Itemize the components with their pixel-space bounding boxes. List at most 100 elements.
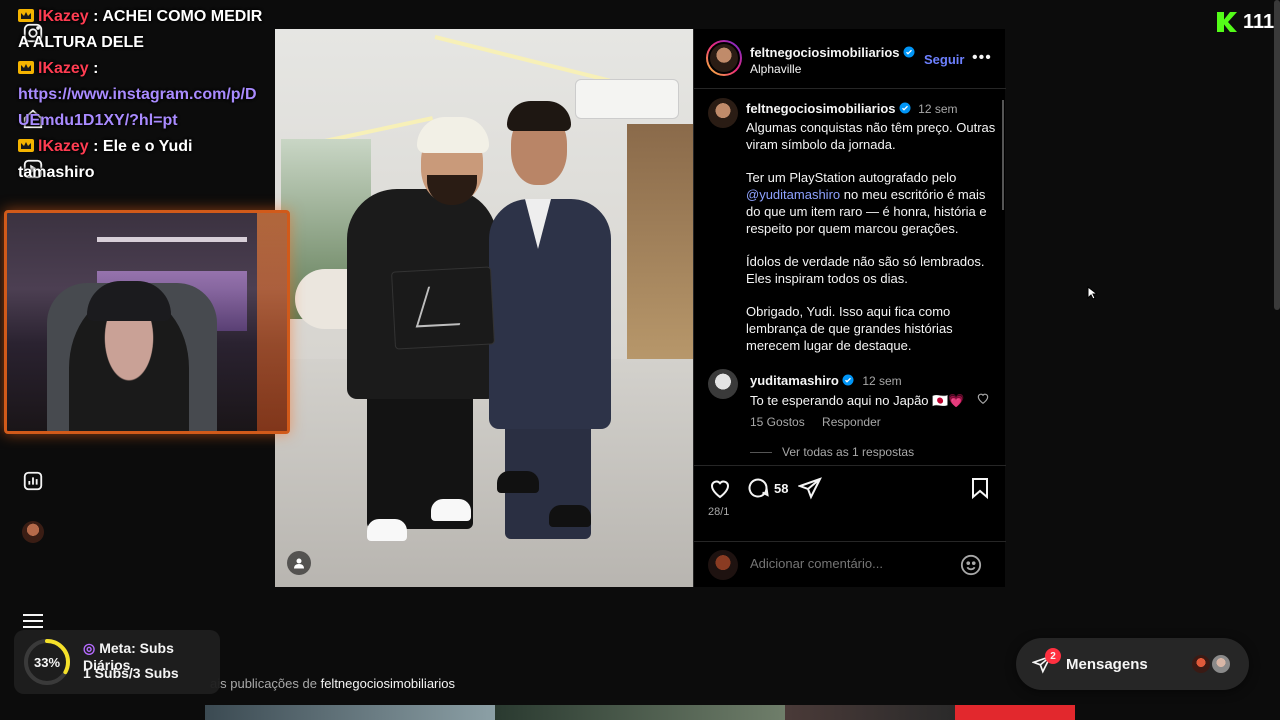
shelf bbox=[627, 124, 693, 364]
profile-avatar-nav[interactable] bbox=[22, 521, 44, 543]
comment-meta: 15 Gostos Responder bbox=[750, 415, 881, 429]
page-scrollbar[interactable] bbox=[1274, 0, 1280, 310]
goal-percent: 33% bbox=[33, 654, 61, 670]
replies-line bbox=[750, 452, 772, 454]
instagram-post-modal: feltnegociosimobiliarios Alphaville Segu… bbox=[275, 29, 1006, 587]
post-caption: feltnegociosimobiliarios 12 sem Algumas … bbox=[746, 100, 996, 370]
post-thumbnail[interactable] bbox=[205, 705, 495, 720]
chat-username[interactable]: lKazey bbox=[38, 8, 89, 25]
dress-shoe bbox=[549, 505, 591, 527]
messages-label: Mensagens bbox=[1066, 656, 1148, 673]
comment-icon[interactable] bbox=[746, 476, 770, 500]
chat-separator: : bbox=[88, 8, 103, 25]
sneaker bbox=[431, 499, 471, 521]
comment-text: To te esperando aqui no Japão 🇯🇵💗 bbox=[750, 393, 965, 408]
post-date[interactable]: 28/1 bbox=[708, 506, 729, 518]
more-posts-heading: ais publicações de feltnegociosimobiliar… bbox=[210, 676, 455, 691]
dress-shoe bbox=[497, 471, 539, 493]
caption-author-avatar[interactable] bbox=[708, 98, 738, 128]
caption-paragraph: Ter um PlayStation autografado pelo @yud… bbox=[746, 169, 996, 237]
person-2-hair bbox=[507, 101, 571, 131]
mention-link[interactable]: @yuditamashiro bbox=[746, 187, 840, 202]
chat-message: lKazey : https://www.instagram.com/p/DUE… bbox=[18, 56, 268, 134]
post-actions: 58 28/1 bbox=[694, 465, 1006, 541]
autograph bbox=[415, 284, 473, 328]
streamer-webcam bbox=[4, 210, 290, 434]
messages-button[interactable]: 2 Mensagens bbox=[1016, 638, 1249, 690]
more-posts-author[interactable]: feltnegociosimobiliarios bbox=[321, 676, 455, 691]
view-replies-toggle[interactable]: Ver todas as 1 respostas bbox=[750, 445, 914, 459]
verified-badge-icon bbox=[899, 102, 911, 114]
sneaker bbox=[367, 519, 407, 541]
chat-separator: : bbox=[88, 60, 99, 77]
mouse-cursor-icon bbox=[1087, 286, 1097, 300]
crown-badge-icon bbox=[18, 61, 34, 74]
kick-logo-icon bbox=[1217, 12, 1237, 32]
chat-username[interactable]: lKazey bbox=[38, 60, 89, 77]
air-conditioner bbox=[575, 79, 679, 119]
add-comment-bar bbox=[694, 541, 1006, 587]
caption-time: 12 sem bbox=[918, 102, 958, 116]
follow-button[interactable]: Seguir bbox=[924, 52, 964, 67]
stream-chat: lKazey : ACHEI COMO MEDIR A ALTURA DELE … bbox=[18, 4, 268, 186]
insights-icon[interactable] bbox=[22, 470, 44, 492]
viewer-avatar bbox=[708, 550, 738, 580]
goal-dot-icon: ◎ bbox=[83, 640, 96, 656]
caption-text: Ter um PlayStation autografado pelo bbox=[746, 170, 957, 185]
post-location[interactable]: Alphaville bbox=[750, 62, 915, 76]
author-info: feltnegociosimobiliarios Alphaville bbox=[750, 44, 915, 76]
comment-count: 58 bbox=[774, 481, 789, 496]
caption-paragraph: Obrigado, Yudi. Isso aqui fica como lemb… bbox=[746, 304, 953, 353]
chat-username[interactable]: lKazey bbox=[38, 138, 89, 155]
author-avatar[interactable] bbox=[706, 40, 742, 76]
like-comment-heart-icon[interactable] bbox=[976, 391, 990, 405]
person-1-hair bbox=[417, 117, 489, 153]
like-heart-icon[interactable] bbox=[708, 476, 732, 500]
chat-message: lKazey : ACHEI COMO MEDIR A ALTURA DELE bbox=[18, 4, 268, 56]
caption-author-username[interactable]: feltnegociosimobiliarios bbox=[746, 101, 896, 116]
person-icon bbox=[294, 558, 304, 569]
post-thumbnail[interactable] bbox=[785, 705, 955, 720]
crown-badge-icon bbox=[18, 9, 34, 22]
comments-section[interactable]: feltnegociosimobiliarios 12 sem Algumas … bbox=[694, 90, 1006, 464]
goal-subtitle: 1 Subs/3 Subs bbox=[83, 665, 179, 681]
comments-scrollbar[interactable] bbox=[1002, 100, 1004, 210]
post-photo[interactable] bbox=[275, 29, 693, 587]
caption-paragraph: Algumas conquistas não têm preço. Outras… bbox=[746, 120, 996, 152]
ceiling-light bbox=[434, 35, 611, 83]
post-thumbnail[interactable] bbox=[955, 705, 1075, 720]
more-options-icon[interactable]: ••• bbox=[972, 49, 992, 67]
post-thumbnail[interactable] bbox=[495, 705, 785, 720]
reply-button[interactable]: Responder bbox=[822, 415, 881, 429]
comment-author-username[interactable]: yuditamashiro bbox=[750, 373, 839, 388]
post-side-panel: feltnegociosimobiliarios Alphaville Segu… bbox=[693, 29, 1006, 587]
chat-link[interactable]: https://www.instagram.com/p/DUEmdu1D1XY/… bbox=[18, 82, 268, 134]
playstation-box bbox=[391, 266, 495, 350]
verified-badge-icon bbox=[903, 46, 915, 58]
sub-goal-widget: 33% ◎ Meta: Subs Diários 1 Subs/3 Subs bbox=[14, 630, 220, 694]
view-replies-label: Ver todas as 1 respostas bbox=[782, 445, 915, 459]
verified-badge-icon bbox=[842, 374, 854, 386]
emoji-icon[interactable] bbox=[960, 554, 982, 576]
viewer-count: 111 bbox=[1243, 11, 1275, 33]
more-posts-prefix: ais publicações de bbox=[210, 676, 317, 691]
message-contact-avatar bbox=[1190, 653, 1212, 675]
save-bookmark-icon[interactable] bbox=[968, 476, 992, 500]
message-contact-avatar bbox=[1210, 653, 1232, 675]
post-header: feltnegociosimobiliarios Alphaville Segu… bbox=[694, 29, 1006, 89]
caption-paragraph: Ídolos de verdade não são só lembrados. … bbox=[746, 254, 985, 286]
share-icon[interactable] bbox=[798, 476, 822, 500]
comment-time: 12 sem bbox=[862, 374, 902, 388]
messages-badge: 2 bbox=[1045, 648, 1061, 664]
comment-likes[interactable]: 15 Gostos bbox=[750, 415, 805, 429]
more-posts-thumbnails bbox=[205, 705, 1075, 720]
cam-shelf bbox=[97, 237, 247, 242]
author-username[interactable]: feltnegociosimobiliarios bbox=[750, 45, 900, 60]
comment-author-avatar[interactable] bbox=[708, 369, 738, 399]
comment: yuditamashiro 12 sem To te esperando aqu… bbox=[750, 372, 980, 409]
tagged-people-button[interactable] bbox=[287, 551, 311, 575]
chat-separator: : bbox=[88, 138, 103, 155]
add-comment-input[interactable] bbox=[750, 556, 950, 571]
menu-icon[interactable] bbox=[23, 614, 43, 628]
chat-message: lKazey : Ele e o Yudi tamashiro bbox=[18, 134, 268, 186]
